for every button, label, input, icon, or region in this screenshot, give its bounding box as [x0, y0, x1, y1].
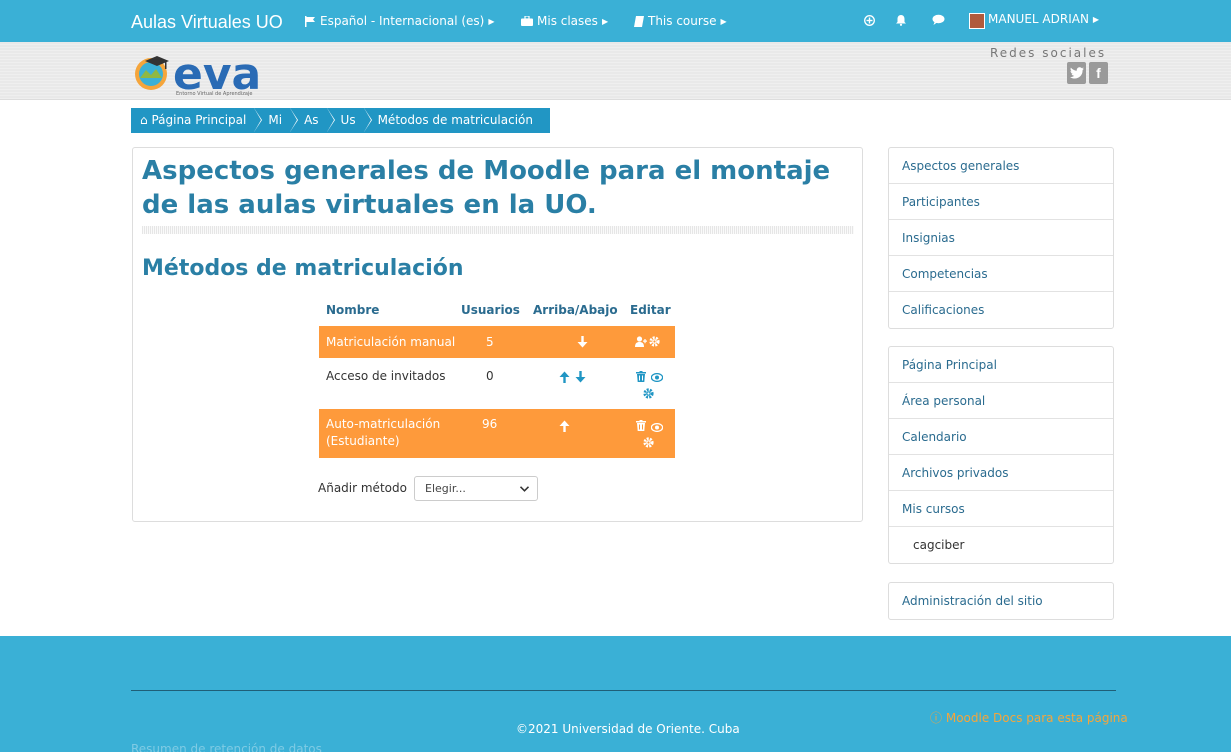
top-navbar: Aulas Virtuales UO Español - Internacion… [0, 0, 1231, 42]
user-menu[interactable]: MANUEL ADRIAN ▶ [988, 12, 1099, 26]
trash-icon[interactable] [636, 371, 646, 385]
sidebar-item-insignias[interactable]: Insignias [889, 220, 1113, 256]
language-menu[interactable]: Español - Internacional (es) ▶ [305, 14, 495, 28]
footer-divider [131, 690, 1116, 691]
page-title: Aspectos generales de Moodle para el mon… [142, 156, 831, 220]
breadcrumb-label: Mi [268, 113, 283, 127]
sidebar-item-archivos-privados[interactable]: Archivos privados [889, 455, 1113, 491]
moodle-docs-label: Moodle Docs para esta página [945, 711, 1128, 725]
column-header-edit: Editar [630, 303, 671, 317]
sidebar-item-calificaciones[interactable]: Calificaciones [889, 292, 1113, 328]
title-divider [142, 226, 854, 234]
arrow-up-icon[interactable] [559, 371, 570, 386]
eye-icon[interactable] [650, 371, 664, 385]
arrow-down-icon[interactable] [575, 371, 586, 386]
arrow-up-icon[interactable] [559, 420, 570, 435]
caret-right-icon: ▶ [720, 16, 727, 26]
sidebar-item-pagina-principal[interactable]: Página Principal [889, 347, 1113, 383]
sidebar-item-mis-cursos[interactable]: Mis cursos [889, 491, 1113, 527]
breadcrumb-item-current: Métodos de matriculación [363, 108, 550, 133]
enrol-users-count: 96 [482, 417, 498, 431]
bell-icon[interactable] [893, 12, 909, 28]
sidebar-item-area-personal[interactable]: Área personal [889, 383, 1113, 419]
logo-subtitle: Entorno Virtual de Aprendizaje [176, 91, 253, 97]
social-title: Redes sociales [990, 46, 1107, 60]
add-method-label: Añadir método [318, 481, 407, 495]
column-header-updown: Arriba/Abajo [533, 303, 618, 317]
gear-icon[interactable] [649, 336, 660, 350]
sidebar-item-participantes[interactable]: Participantes [889, 184, 1113, 220]
footer-copyright: ©2021 Universidad de Oriente. Cuba [516, 722, 740, 736]
sidebar-item-cagciber[interactable]: cagciber [889, 527, 1113, 563]
caret-right-icon: ▶ [601, 16, 609, 26]
table-row: Auto-matriculación (Estudiante) 96 [319, 409, 675, 458]
enrol-method-name: Acceso de invitados [326, 369, 446, 383]
column-header-users: Usuarios [461, 303, 520, 317]
enrol-method-name: Auto-matriculación [326, 417, 441, 431]
briefcase-icon [521, 16, 533, 26]
my-classes-label: Mis clases [537, 14, 598, 28]
breadcrumb-label: Página Principal [151, 113, 247, 127]
gear-icon[interactable] [643, 388, 654, 402]
avatar[interactable] [969, 13, 985, 29]
data-retention-link[interactable]: Resumen de retención de datos [131, 742, 322, 752]
sidebar-item-competencias[interactable]: Competencias [889, 256, 1113, 292]
site-brand-link[interactable]: Aulas Virtuales UO [131, 12, 283, 33]
add-method-selected-value: Elegir... [425, 482, 466, 495]
admin-block: Administración del sitio [888, 582, 1114, 620]
enrol-users-count: 5 [486, 335, 494, 349]
my-classes-menu[interactable]: Mis clases ▶ [521, 14, 608, 28]
caret-right-icon: ▶ [1092, 14, 1100, 24]
add-method-select[interactable]: Elegir... [414, 476, 538, 501]
enrol-method-name: Matriculación manual [326, 335, 456, 349]
course-nav-block: Aspectos generales Participantes Insigni… [888, 147, 1114, 329]
language-label: Español - Internacional (es) [320, 14, 485, 28]
chat-bubble-icon[interactable] [930, 12, 946, 28]
section-title: Métodos de matriculación [142, 256, 464, 281]
moodle-docs-link[interactable]: ⓘ Moodle Docs para esta página [930, 709, 1128, 726]
this-course-menu[interactable]: This course ▶ [634, 14, 727, 28]
column-header-name: Nombre [326, 303, 380, 317]
arrow-down-icon[interactable] [577, 336, 588, 351]
home-icon: ⌂ [140, 113, 148, 127]
flag-icon [305, 15, 315, 27]
site-nav-block: Página Principal Área personal Calendari… [888, 346, 1114, 564]
enrol-users-icon[interactable] [635, 336, 647, 350]
gear-icon[interactable] [643, 437, 654, 451]
enrol-users-count: 0 [486, 369, 494, 383]
breadcrumb-label: Us [340, 113, 356, 127]
plus-circle-icon[interactable] [861, 12, 877, 28]
sidebar-item-aspectos-generales[interactable]: Aspectos generales [889, 148, 1113, 184]
table-row: Matriculación manual 5 [319, 326, 675, 358]
this-course-label: This course [648, 14, 717, 28]
user-name: MANUEL ADRIAN [988, 12, 1089, 26]
breadcrumb: ⌂ Página Principal Mi As Us Métodos de m… [131, 108, 550, 133]
facebook-icon[interactable]: f [1089, 62, 1108, 84]
info-icon: ⓘ [930, 711, 943, 725]
caret-right-icon: ▶ [488, 16, 495, 26]
book-icon [634, 15, 644, 27]
trash-icon[interactable] [636, 420, 646, 434]
breadcrumb-label: Métodos de matriculación [377, 113, 533, 127]
chevron-down-icon [519, 477, 530, 501]
twitter-icon[interactable] [1067, 62, 1086, 84]
enrol-method-name-sub: (Estudiante) [326, 434, 400, 448]
table-row: Acceso de invitados 0 [319, 358, 675, 409]
sidebar-item-calendario[interactable]: Calendario [889, 419, 1113, 455]
sidebar-item-administracion[interactable]: Administración del sitio [889, 583, 1113, 619]
eye-icon[interactable] [650, 421, 664, 435]
breadcrumb-item-home[interactable]: ⌂ Página Principal [131, 108, 263, 133]
breadcrumb-label: As [304, 113, 319, 127]
